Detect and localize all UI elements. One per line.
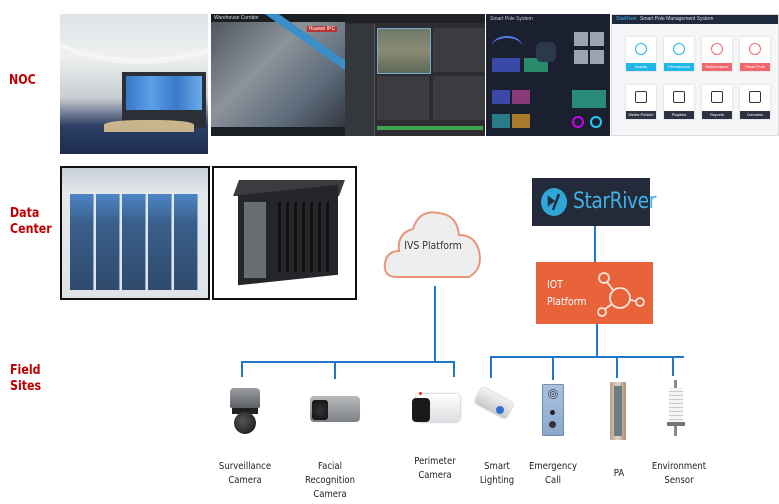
noc-control-room-photo (60, 14, 208, 154)
connector-iot-bus (490, 356, 684, 358)
starriver-label: StarRiver (573, 189, 656, 214)
mgmt-tile-permissions: Permissions (664, 37, 694, 71)
dashboard-title: Smart Pole System (490, 16, 533, 22)
connector-environment-sensor (672, 356, 674, 376)
tier-label-field-sites: Field Sites (10, 363, 41, 395)
smart-pole-dashboard-screenshot: Smart Pole System (486, 14, 610, 136)
tier-label-data-center: Data Center (10, 206, 52, 238)
video-surveillance-screenshot: Warehouse Corridor Huawei IPC (211, 14, 345, 136)
mgmt-tile-media-publish: Media Publish (626, 85, 656, 119)
connector-perimeter (453, 361, 455, 377)
video-overlay: Huawei IPC (306, 26, 337, 32)
tier-label-noc: NOC (9, 73, 36, 88)
device-label-environment-sensor: Environment Sensor (651, 461, 707, 486)
connector-smart-lighting (490, 356, 492, 378)
mgmt-tile-domains: Domains (740, 85, 770, 119)
connector-iot-down (596, 324, 598, 356)
iot-platform-box: IOT Platform (536, 262, 653, 324)
smart-pole-management-screenshot: StarRiver Smart Pole Management System A… (611, 14, 779, 136)
perimeter-camera-icon (412, 392, 460, 426)
tier-label-line: Field (10, 363, 41, 378)
mgmt-tile-assets: Assets (626, 37, 656, 71)
mgmt-brand: StarRiver (616, 16, 637, 22)
connector-ivs-down (434, 286, 436, 362)
environment-sensor-icon (664, 380, 688, 438)
connector-pa (616, 356, 618, 378)
modular-data-center-photo (60, 166, 210, 300)
connector-surveillance (241, 361, 243, 377)
mgmt-tile-smart-pole: Smart Pole (740, 37, 770, 71)
smart-lighting-icon (473, 386, 518, 426)
surveillance-camera-icon (228, 388, 262, 440)
mgmt-title: Smart Pole Management System (640, 16, 714, 22)
mgmt-tile-reports: Reports (702, 85, 732, 119)
mgmt-tile-playlists: Playlists (664, 85, 694, 119)
starriver-logo-box: StarRiver (532, 178, 656, 226)
device-label-surveillance-camera: Surveillance Camera (218, 461, 272, 486)
micro-module-rack-photo (212, 166, 357, 300)
connector-ivs-bus (241, 361, 455, 363)
pa-speaker-icon (610, 382, 626, 442)
iot-platform-label: IOT Platform (547, 278, 587, 308)
tier-label-line: Data (10, 206, 40, 221)
mgmt-tile-maintenance: Maintenance (702, 37, 732, 71)
network-hub-icon (597, 272, 645, 317)
facial-recognition-camera-icon (310, 394, 360, 424)
device-label-facial-recognition-camera: Facial Recognition Camera (304, 461, 356, 500)
emergency-call-icon (542, 384, 564, 438)
connector-facial (334, 363, 336, 379)
starriver-logo-icon (541, 188, 567, 216)
connector-emergency-call (552, 356, 554, 380)
connector-starriver-iot (594, 226, 596, 262)
ivs-platform-cloud: IVS Platform (383, 205, 483, 285)
ivs-platform-label: IVS Platform (404, 239, 462, 252)
tier-label-line: Sites (10, 379, 42, 394)
video-title: Warehouse Corridor (214, 15, 259, 21)
video-management-client-screenshot (345, 14, 485, 136)
tier-label-line: Center (10, 222, 52, 237)
